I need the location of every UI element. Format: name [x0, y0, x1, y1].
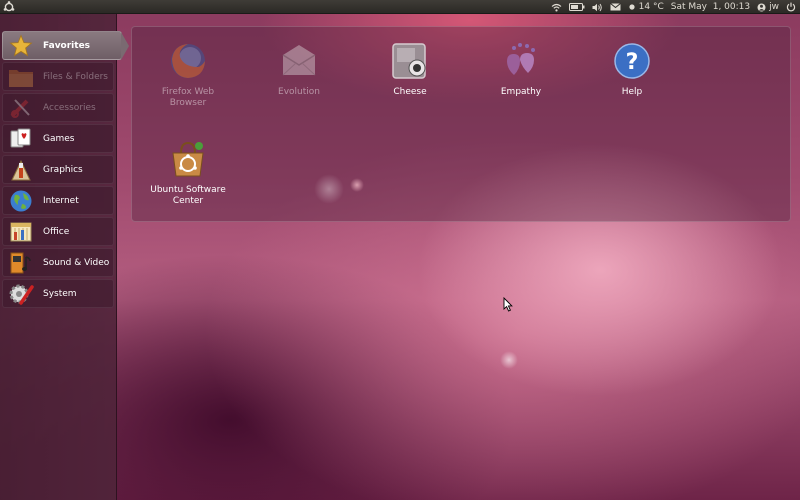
mouse-pointer-icon [503, 296, 513, 315]
app-label: Help [621, 87, 643, 97]
weather-indicator[interactable]: 14 °C [628, 2, 664, 12]
sidebar-item-label: Internet [43, 195, 79, 206]
webcam-icon [390, 41, 430, 81]
globe-icon [7, 187, 35, 215]
app-label: Cheese [393, 87, 427, 97]
power-icon[interactable] [786, 2, 796, 12]
svg-text:?: ? [626, 50, 639, 75]
weather-temp: 14 °C [638, 2, 664, 12]
sidebar-item-system[interactable]: System [2, 279, 114, 308]
sidebar-item-label: Files & Folders [43, 71, 108, 82]
sidebar-item-label: Office [43, 226, 70, 237]
sidebar-item-label: Accessories [43, 102, 96, 113]
sidebar-item-label: System [43, 288, 77, 299]
mail-envelope-icon [279, 41, 319, 81]
sidebar-item-label: Games [43, 133, 75, 144]
app-help[interactable]: ? Help [587, 41, 677, 98]
star-icon [7, 32, 35, 60]
sidebar-item-sound-video[interactable]: Sound & Video [2, 248, 114, 277]
sidebar-item-label: Sound & Video [43, 257, 110, 268]
ubuntu-logo-icon[interactable] [2, 0, 16, 14]
user-menu[interactable]: jw [757, 2, 779, 12]
sidebar-item-internet[interactable]: Internet [2, 186, 114, 215]
graphics-icon [7, 156, 35, 184]
apps-panel: Firefox Web Browser Evolution Cheese Emp… [131, 26, 791, 222]
battery-icon[interactable] [568, 3, 585, 11]
app-label: Ubuntu Software Center [150, 185, 226, 206]
light-glow [500, 351, 518, 369]
sidebar-item-favorites[interactable]: Favorites [2, 31, 129, 60]
sidebar-item-files-folders[interactable]: Files & Folders [2, 62, 114, 91]
sidebar-item-label: Graphics [43, 164, 83, 175]
user-icon [757, 3, 766, 11]
firefox-icon [168, 41, 208, 81]
app-empathy[interactable]: Empathy [476, 41, 566, 98]
folder-icon [7, 63, 35, 91]
top-panel: 14 °C Sat May 1, 00:13 jw [0, 0, 800, 14]
app-evolution[interactable]: Evolution [254, 41, 344, 98]
app-firefox[interactable]: Firefox Web Browser [143, 41, 233, 109]
app-cheese[interactable]: Cheese [365, 41, 455, 98]
help-icon: ? [612, 41, 652, 81]
sidebar-item-office[interactable]: Office [2, 217, 114, 246]
wifi-icon[interactable] [551, 3, 562, 12]
sidebar-item-graphics[interactable]: Graphics [2, 155, 114, 184]
sidebar-item-label: Favorites [43, 40, 91, 51]
office-icon [7, 218, 35, 246]
user-name: jw [769, 2, 779, 12]
indicator-area: 14 °C Sat May 1, 00:13 jw [551, 0, 796, 14]
media-icon [7, 249, 35, 277]
clock[interactable]: Sat May 1, 00:13 [671, 2, 750, 12]
software-center-icon [168, 139, 208, 179]
category-sidebar: Favorites Files & Folders Accessories Ga… [0, 14, 129, 500]
empathy-icon [501, 41, 541, 81]
volume-icon[interactable] [592, 3, 603, 12]
weather-icon [629, 4, 635, 10]
sidebar-item-accessories[interactable]: Accessories [2, 93, 114, 122]
app-software-center[interactable]: Ubuntu Software Center [143, 139, 233, 207]
mail-icon[interactable] [609, 3, 621, 11]
system-icon [7, 280, 35, 308]
app-label: Evolution [278, 87, 320, 97]
sidebar-item-games[interactable]: Games [2, 124, 114, 153]
app-label: Firefox Web Browser [161, 87, 215, 108]
cards-icon [7, 125, 35, 153]
app-label: Empathy [500, 87, 542, 97]
accessories-icon [7, 94, 35, 122]
